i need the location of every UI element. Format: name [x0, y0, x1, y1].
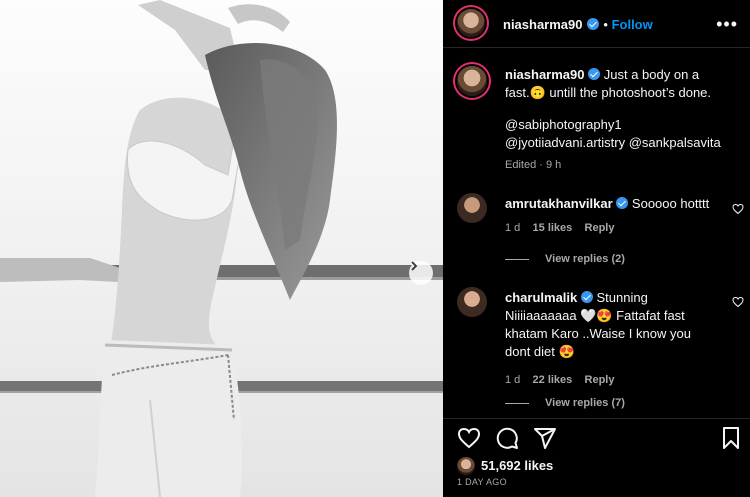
caption-mention[interactable]: @jyotiiadvani.artistry @sankpalsavita	[505, 134, 745, 152]
next-photo-button[interactable]	[409, 261, 433, 285]
caption-avatar[interactable]	[457, 66, 487, 96]
comment-username[interactable]: amrutakhanvilkar	[505, 196, 613, 211]
avatar[interactable]	[457, 9, 485, 37]
bookmark-icon[interactable]	[719, 426, 743, 450]
reply-button[interactable]: Reply	[585, 374, 615, 386]
commenter-avatar[interactable]	[457, 287, 487, 317]
photo-illustration	[0, 0, 443, 497]
verified-icon	[588, 68, 601, 80]
comment-like-heart-icon[interactable]	[732, 203, 744, 215]
verified-icon	[586, 18, 599, 30]
comment-like-heart-icon[interactable]	[732, 296, 744, 308]
heart-icon[interactable]	[457, 426, 481, 450]
next-arrow-icon	[411, 261, 418, 271]
verified-icon	[580, 291, 593, 303]
more-icon[interactable]: •••	[716, 14, 738, 35]
post-side-panel: niasharma90 • Follow ••• niasharma90 Jus…	[443, 0, 750, 497]
comment-username[interactable]: charulmalik	[505, 290, 577, 305]
caption: niasharma90 Just a body on a fast.🙃 unti…	[505, 66, 745, 174]
comment-text: Stunning	[596, 290, 648, 305]
reply-button[interactable]: Reply	[585, 222, 615, 234]
comment: amrutakhanvilkar Sooooo hotttt 1 d 15 li…	[505, 195, 730, 237]
post-image[interactable]	[0, 0, 443, 497]
commenter-avatar[interactable]	[457, 193, 487, 223]
caption-edited: Edited · 9 h	[505, 159, 562, 171]
comment: charulmalik Stunning Niiiiaaaaaaa 🤍😍 Fat…	[505, 289, 730, 389]
follow-button[interactable]: Follow	[612, 17, 653, 32]
separator-dot: •	[603, 17, 612, 32]
liked-by-avatar[interactable]	[457, 457, 475, 475]
comment-time: 1 d	[505, 222, 521, 234]
view-replies-label: View replies (7)	[545, 397, 625, 409]
view-replies-button[interactable]: View replies (2)	[505, 253, 625, 265]
comment-time: 1 d	[505, 374, 521, 386]
author-username[interactable]: niasharma90	[503, 17, 583, 32]
post-timestamp[interactable]: 1 DAY AGO	[457, 477, 507, 487]
comment-icon[interactable]	[495, 426, 519, 450]
comment-text: dont diet 😍	[505, 344, 575, 359]
view-replies-label: View replies (2)	[545, 253, 625, 265]
share-icon[interactable]	[533, 426, 557, 450]
caption-username[interactable]: niasharma90	[505, 67, 585, 82]
caption-text-line2: fast.🙃 untill the photoshoot’s done.	[505, 85, 712, 100]
comment-likes[interactable]: 15 likes	[533, 222, 573, 234]
comment-text: Niiiiaaaaaaa 🤍😍 Fattafat fast	[505, 308, 685, 323]
comment-text: khatam Karo ..Waise I know you	[505, 326, 691, 341]
like-count[interactable]: 51,692 likes	[481, 458, 553, 473]
comment-text: Sooooo hotttt	[631, 196, 710, 211]
caption-text-line1: Just a body on a	[603, 67, 700, 82]
caption-mention[interactable]: @sabiphotography1	[505, 116, 745, 134]
verified-icon	[616, 197, 629, 209]
post-header: niasharma90 • Follow •••	[443, 0, 750, 48]
view-replies-button[interactable]: View replies (7)	[505, 397, 625, 409]
comment-likes[interactable]: 22 likes	[533, 374, 573, 386]
